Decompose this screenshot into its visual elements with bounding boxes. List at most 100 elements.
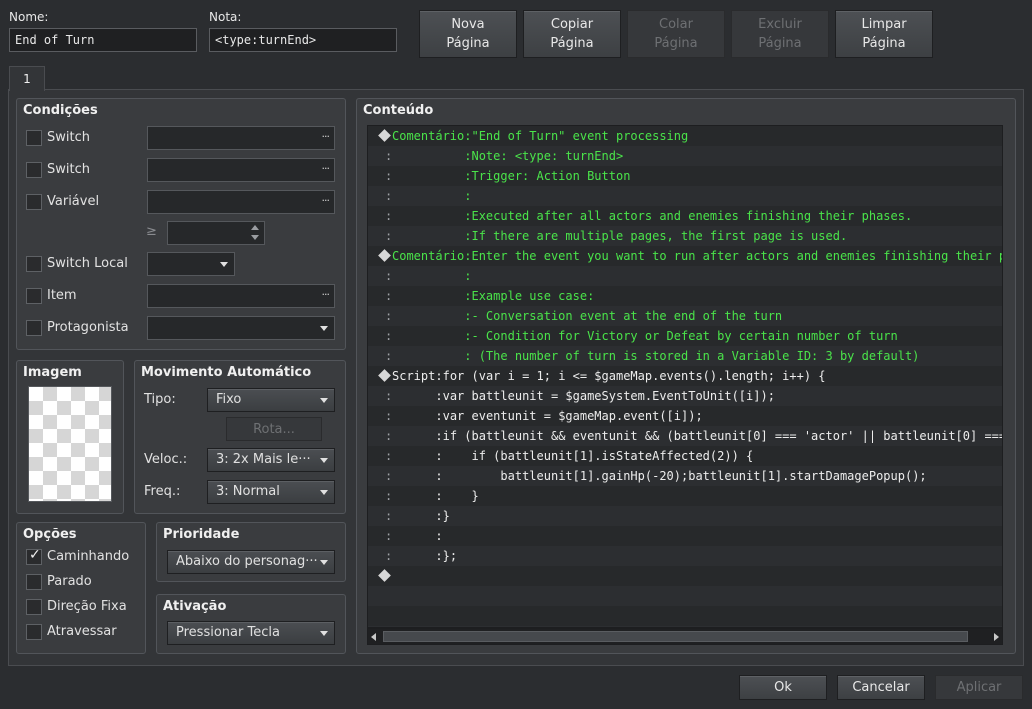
chevron-down-icon	[320, 490, 328, 495]
event-command-list[interactable]: Comentário: "End of Turn" event processin…	[367, 125, 1003, 628]
command-row[interactable]: : :var eventunit = $gameMap.event([i]);	[368, 406, 1002, 426]
command-head	[392, 449, 435, 463]
switch1-select[interactable]: ···	[147, 126, 335, 150]
command-row[interactable]: : :	[368, 186, 1002, 206]
scroll-left-icon[interactable]	[371, 633, 376, 641]
scrollbar-thumb[interactable]	[383, 631, 968, 642]
auto-move-title: Movimento Automático	[141, 365, 312, 380]
switch1-label: Switch	[47, 130, 90, 145]
command-body: }	[442, 489, 479, 503]
direction-fix-checkbox[interactable]	[26, 599, 42, 615]
variable-checkbox[interactable]	[26, 194, 42, 210]
command-head	[392, 389, 435, 403]
command-row[interactable]: : :- Conversation event at the end of th…	[368, 306, 1002, 326]
command-row[interactable]: Comentário:"End of Turn" event processin…	[368, 126, 1002, 146]
item-select[interactable]: ···	[147, 284, 335, 308]
command-row[interactable]: : : (The number of turn is stored in a V…	[368, 346, 1002, 366]
command-separator: :	[435, 449, 443, 463]
command-body: battleunit[1].gainHp(-20);battleunit[1].…	[442, 469, 927, 483]
command-row[interactable]: Comentário:Enter the event you want to r…	[368, 246, 1002, 266]
command-separator: :	[435, 469, 443, 483]
variable-label: Variável	[47, 194, 100, 209]
command-row[interactable]	[368, 566, 1002, 586]
move-frequency-select[interactable]: 3: Normal	[207, 480, 335, 504]
move-type-value: Fixo	[216, 392, 242, 407]
command-text: : (The number of turn is stored in a Var…	[392, 346, 919, 366]
trigger-value: Pressionar Tecla	[176, 625, 280, 640]
command-row[interactable]: : :};	[368, 546, 1002, 566]
self-switch-select[interactable]	[147, 252, 235, 276]
command-body: Note: <type: turnEnd>	[471, 149, 624, 163]
event-image-preview[interactable]	[28, 386, 112, 502]
new-page-button[interactable]: Nova Página	[419, 10, 517, 58]
direction-fix-label: Direção Fixa	[47, 599, 127, 614]
command-text: :Example use case:	[392, 286, 594, 306]
command-head	[392, 149, 464, 163]
variable-value-spinner[interactable]	[167, 221, 265, 245]
spin-up-icon[interactable]	[251, 225, 259, 230]
command-body: If there are multiple pages, the first p…	[471, 229, 848, 243]
chevron-down-icon	[320, 458, 328, 463]
command-row[interactable]: : :var battleunit = $gameSystem.EventToU…	[368, 386, 1002, 406]
trigger-select[interactable]: Pressionar Tecla	[167, 621, 335, 645]
ok-button[interactable]: Ok	[739, 675, 827, 700]
command-row[interactable]: : :If there are multiple pages, the firs…	[368, 226, 1002, 246]
route-button[interactable]: Rota...	[226, 417, 322, 441]
actor-checkbox[interactable]	[26, 320, 42, 336]
command-row[interactable]: Script:for (var i = 1; i <= $gameMap.eve…	[368, 366, 1002, 386]
command-head	[392, 529, 435, 543]
stepping-checkbox[interactable]	[26, 574, 42, 590]
command-row[interactable]: : :Example use case:	[368, 286, 1002, 306]
command-text: :	[392, 186, 471, 206]
copy-page-button[interactable]: Copiar Página	[523, 10, 621, 58]
command-row[interactable]: : :	[368, 266, 1002, 286]
command-row[interactable]: : : if (battleunit[1].isStateAffected(2)…	[368, 446, 1002, 466]
command-body: Enter the event you want to run after ac…	[471, 249, 1003, 263]
horizontal-scrollbar[interactable]	[367, 628, 1003, 645]
command-row[interactable]: : :if (battleunit && eventunit && (battl…	[368, 426, 1002, 446]
move-type-label: Tipo:	[144, 392, 176, 407]
scroll-right-icon[interactable]	[994, 633, 999, 641]
command-row[interactable]: : :Trigger: Action Button	[368, 166, 1002, 186]
spin-down-icon[interactable]	[251, 235, 259, 240]
move-speed-select[interactable]: 3: 2x Mais le···	[207, 448, 335, 472]
move-type-select[interactable]: Fixo	[207, 388, 335, 412]
apply-button[interactable]: Aplicar	[935, 675, 1023, 700]
name-field[interactable]: End of Turn	[9, 28, 197, 52]
diamond-icon	[378, 369, 391, 382]
self-switch-checkbox[interactable]	[26, 256, 42, 272]
switch2-checkbox[interactable]	[26, 162, 42, 178]
cancel-button[interactable]: Cancelar	[837, 675, 925, 700]
walking-checkbox[interactable]: ✓	[26, 547, 42, 565]
clear-page-button[interactable]: Limpar Página	[835, 10, 933, 58]
switch2-select[interactable]: ···	[147, 158, 335, 182]
priority-select[interactable]: Abaixo do personag···	[167, 550, 335, 574]
delete-page-button[interactable]: Excluir Página	[731, 10, 829, 58]
item-label: Item	[47, 288, 77, 303]
command-row[interactable]: : :Executed after all actors and enemies…	[368, 206, 1002, 226]
tab-page-1[interactable]: 1	[9, 66, 45, 91]
command-row[interactable]: : :- Condition for Victory or Defeat by …	[368, 326, 1002, 346]
actor-label: Protagonista	[47, 320, 129, 335]
command-row[interactable]: : : }	[368, 486, 1002, 506]
switch1-checkbox[interactable]	[26, 130, 42, 146]
command-head: Comentário	[392, 129, 465, 143]
ellipsis-icon: ···	[321, 130, 330, 143]
chevron-down-icon	[320, 560, 328, 565]
actor-select[interactable]	[147, 316, 335, 340]
variable-select[interactable]: ···	[147, 190, 335, 214]
stepping-label: Parado	[47, 574, 92, 589]
command-head	[392, 549, 435, 563]
command-row[interactable]: : : battleunit[1].gainHp(-20);battleunit…	[368, 466, 1002, 486]
contents-title: Conteúdo	[363, 103, 434, 118]
item-checkbox[interactable]	[26, 288, 42, 304]
paste-page-button[interactable]: Colar Página	[627, 10, 725, 58]
command-text: :Trigger: Action Button	[392, 166, 630, 186]
command-row[interactable]: : :	[368, 526, 1002, 546]
command-row[interactable]: : :}	[368, 506, 1002, 526]
command-text: Script:for (var i = 1; i <= $gameMap.eve…	[392, 366, 826, 386]
through-checkbox[interactable]	[26, 624, 42, 640]
command-head	[392, 409, 435, 423]
command-row[interactable]: : :Note: <type: turnEnd>	[368, 146, 1002, 166]
note-field[interactable]: <type:turnEnd>	[209, 28, 397, 52]
